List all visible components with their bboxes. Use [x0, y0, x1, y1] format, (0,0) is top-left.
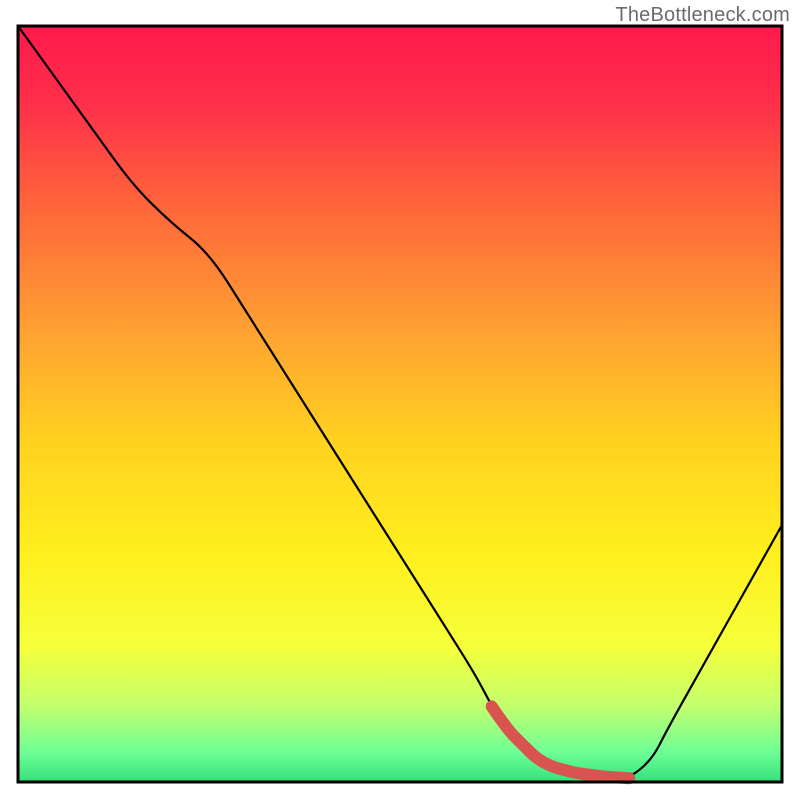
highlight-dot: [593, 771, 604, 782]
chart-container: TheBottleneck.com: [0, 0, 800, 800]
bottleneck-chart: [0, 0, 800, 800]
watermark-text: TheBottleneck.com: [615, 4, 790, 27]
highlight-dot: [581, 768, 593, 780]
plot-background: [18, 26, 782, 782]
